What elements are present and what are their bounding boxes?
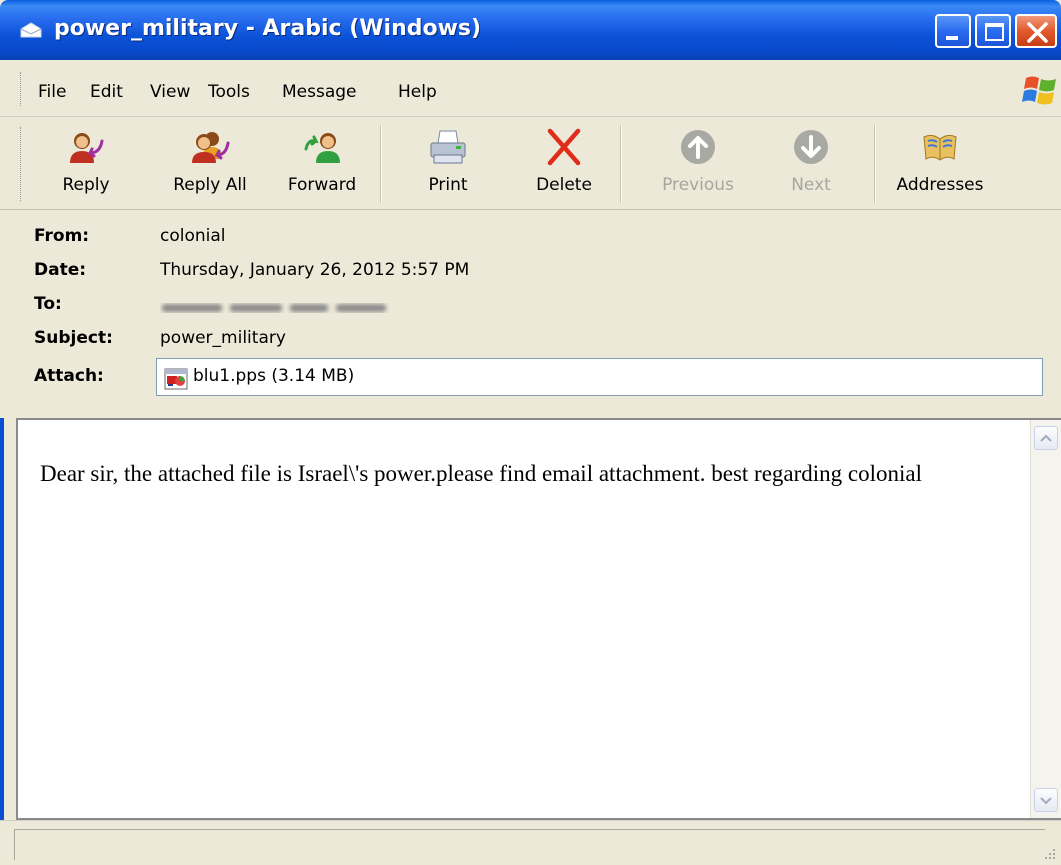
close-icon bbox=[1027, 22, 1048, 43]
minimize-icon bbox=[946, 36, 958, 40]
reply-button[interactable]: Reply bbox=[46, 117, 126, 209]
next-button[interactable]: Next bbox=[776, 117, 846, 209]
attach-label: Attach: bbox=[34, 366, 104, 386]
toolbar-separator bbox=[874, 125, 876, 203]
toolbar-separator bbox=[380, 125, 382, 203]
print-button[interactable]: Print bbox=[408, 117, 488, 209]
reply-all-button[interactable]: Reply All bbox=[160, 117, 260, 209]
print-label: Print bbox=[428, 175, 468, 195]
arrow-down-icon bbox=[794, 130, 828, 164]
scroll-up-button[interactable] bbox=[1034, 426, 1058, 450]
title-bar[interactable]: power_military - Arabic (Windows) bbox=[0, 0, 1061, 60]
reply-label: Reply bbox=[62, 175, 110, 195]
menu-tools[interactable]: Tools bbox=[208, 82, 250, 102]
from-label: From: bbox=[34, 226, 90, 246]
maximize-icon bbox=[985, 23, 1004, 41]
envelope-icon bbox=[20, 22, 42, 38]
forward-button[interactable]: Forward bbox=[276, 117, 368, 209]
window-title: power_military - Arabic (Windows) bbox=[54, 16, 482, 41]
attachment-field[interactable]: blu1.pps (3.14 MB) bbox=[156, 358, 1043, 396]
chevron-up-icon bbox=[1040, 434, 1052, 442]
vertical-scrollbar[interactable] bbox=[1030, 420, 1061, 818]
to-label: To: bbox=[34, 294, 62, 314]
forward-label: Forward bbox=[287, 175, 357, 195]
date-value: Thursday, January 26, 2012 5:57 PM bbox=[160, 260, 470, 280]
subject-value: power_military bbox=[160, 328, 286, 348]
from-value: colonial bbox=[160, 226, 226, 246]
reply-icon bbox=[70, 133, 104, 163]
menu-grip[interactable] bbox=[20, 72, 24, 106]
menu-edit[interactable]: Edit bbox=[90, 82, 123, 102]
menu-view[interactable]: View bbox=[150, 82, 190, 102]
delete-icon bbox=[547, 128, 581, 166]
close-button[interactable] bbox=[1015, 14, 1057, 48]
delete-button[interactable]: Delete bbox=[522, 117, 606, 209]
toolbar: Reply Reply All Forward Print Delete Pre… bbox=[0, 117, 1061, 210]
forward-icon bbox=[304, 133, 340, 163]
to-value-redacted bbox=[162, 304, 386, 312]
powerpoint-file-icon bbox=[164, 368, 188, 390]
message-header: From: colonial Date: Thursday, January 2… bbox=[0, 210, 1061, 418]
message-body[interactable]: Dear sir, the attached file is Israel\'s… bbox=[16, 418, 1061, 820]
windows-logo-icon bbox=[1022, 76, 1056, 105]
next-label: Next bbox=[791, 175, 831, 195]
attachment-name: blu1.pps (3.14 MB) bbox=[193, 366, 355, 386]
minimize-button[interactable] bbox=[935, 14, 971, 48]
printer-icon bbox=[430, 130, 466, 164]
addresses-label: Addresses bbox=[896, 175, 984, 195]
toolbar-grip[interactable] bbox=[20, 127, 24, 201]
subject-label: Subject: bbox=[34, 328, 113, 348]
reply-all-icon bbox=[192, 132, 230, 163]
reply-all-label: Reply All bbox=[173, 175, 247, 195]
chevron-down-icon bbox=[1040, 797, 1052, 805]
delete-label: Delete bbox=[536, 175, 592, 195]
previous-label: Previous bbox=[662, 175, 734, 195]
toolbar-separator bbox=[620, 125, 622, 203]
arrow-up-icon bbox=[681, 130, 715, 164]
status-panel bbox=[14, 829, 1045, 860]
message-text: Dear sir, the attached file is Israel\'s… bbox=[40, 461, 922, 486]
previous-button[interactable]: Previous bbox=[650, 117, 746, 209]
maximize-button[interactable] bbox=[975, 14, 1011, 48]
date-label: Date: bbox=[34, 260, 87, 280]
menu-file[interactable]: File bbox=[38, 82, 66, 102]
menu-bar: File Edit View Tools Message Help bbox=[0, 60, 1061, 117]
menu-message[interactable]: Message bbox=[282, 82, 357, 102]
menu-help[interactable]: Help bbox=[398, 82, 437, 102]
resize-grip-icon[interactable] bbox=[1041, 845, 1057, 861]
status-bar bbox=[0, 820, 1061, 865]
message-window: power_military - Arabic (Windows) File E… bbox=[0, 0, 1061, 865]
scroll-down-button[interactable] bbox=[1034, 788, 1058, 812]
address-book-icon bbox=[923, 134, 957, 161]
addresses-button[interactable]: Addresses bbox=[884, 117, 996, 209]
